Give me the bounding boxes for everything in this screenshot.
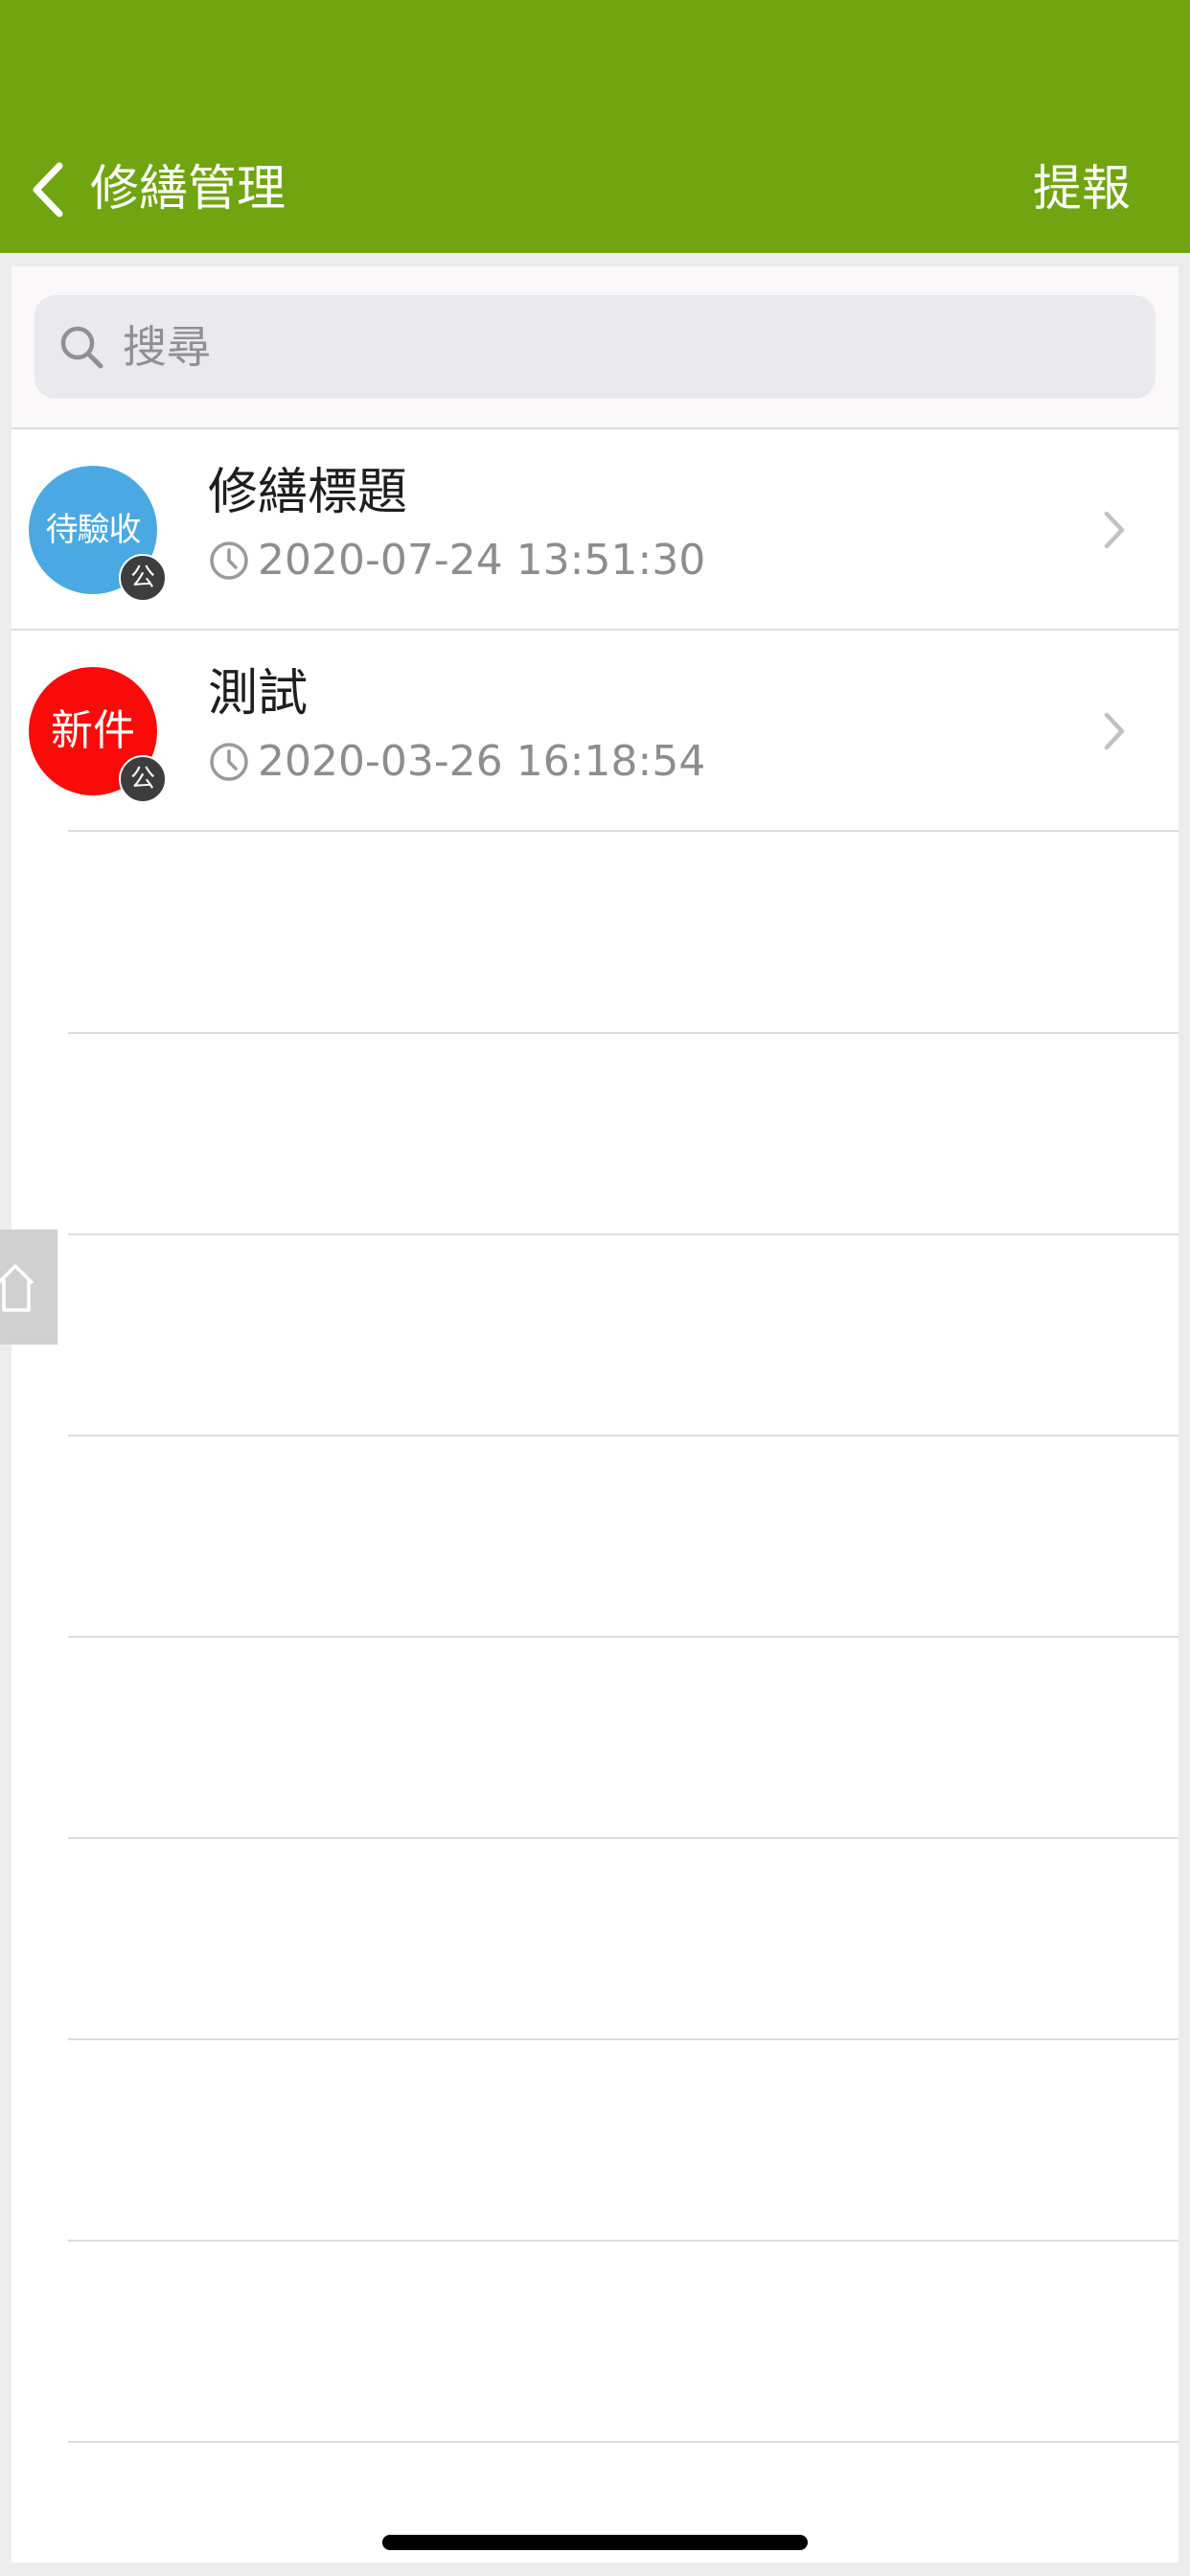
page-title: 修繕管理 (90, 161, 286, 218)
item-datetime: 2020-07-24 13:51:30 (258, 536, 706, 585)
list-item[interactable]: 待驗收 公 修繕標題 2020-07-24 13:51:30 (11, 429, 1179, 631)
navigation-bar: 修繕管理 提報 (0, 0, 1190, 253)
chevron-right-icon (1104, 712, 1125, 750)
item-time: 2020-07-24 13:51:30 (208, 537, 705, 585)
item-datetime: 2020-03-26 16:18:54 (258, 737, 706, 786)
status-badge-group: 待驗收 公 (29, 466, 169, 606)
row-separator (68, 2038, 1179, 2040)
search-icon (60, 326, 103, 369)
app-screen: 修繕管理 提報 待驗收 公 修繕標題 (0, 0, 1190, 2576)
content-panel: 待驗收 公 修繕標題 2020-07-24 13:51:30 新件 (11, 266, 1179, 2563)
status-badge-group: 新件 公 (29, 667, 169, 807)
public-tag: 公 (119, 755, 167, 803)
row-separator (68, 2441, 1179, 2443)
row-separator (68, 1636, 1179, 1638)
chevron-right-icon (1104, 511, 1125, 549)
search-input[interactable] (123, 309, 1081, 385)
item-title: 修繕標題 (208, 464, 408, 521)
item-time: 2020-03-26 16:18:54 (208, 738, 705, 786)
list-item[interactable]: 新件 公 測試 2020-03-26 16:18:54 (11, 631, 1179, 832)
report-button[interactable]: 提報 (1033, 144, 1131, 235)
row-separator (68, 2240, 1179, 2242)
home-indicator[interactable] (382, 2535, 808, 2550)
row-separator (68, 1233, 1179, 1235)
clock-icon (210, 743, 248, 781)
home-icon (0, 1264, 34, 1312)
repair-list: 待驗收 公 修繕標題 2020-07-24 13:51:30 新件 公 測試 2… (11, 429, 1179, 832)
search-box[interactable] (34, 295, 1156, 399)
item-title: 測試 (208, 665, 309, 723)
public-tag: 公 (119, 554, 167, 602)
chevron-left-icon (33, 162, 63, 217)
row-separator (68, 1032, 1179, 1034)
home-shortcut-button[interactable] (0, 1230, 57, 1345)
row-separator (68, 1435, 1179, 1437)
search-bar (11, 266, 1179, 429)
row-separator (68, 1837, 1179, 1839)
clock-icon (210, 541, 248, 580)
back-button[interactable]: 修繕管理 (29, 144, 286, 235)
